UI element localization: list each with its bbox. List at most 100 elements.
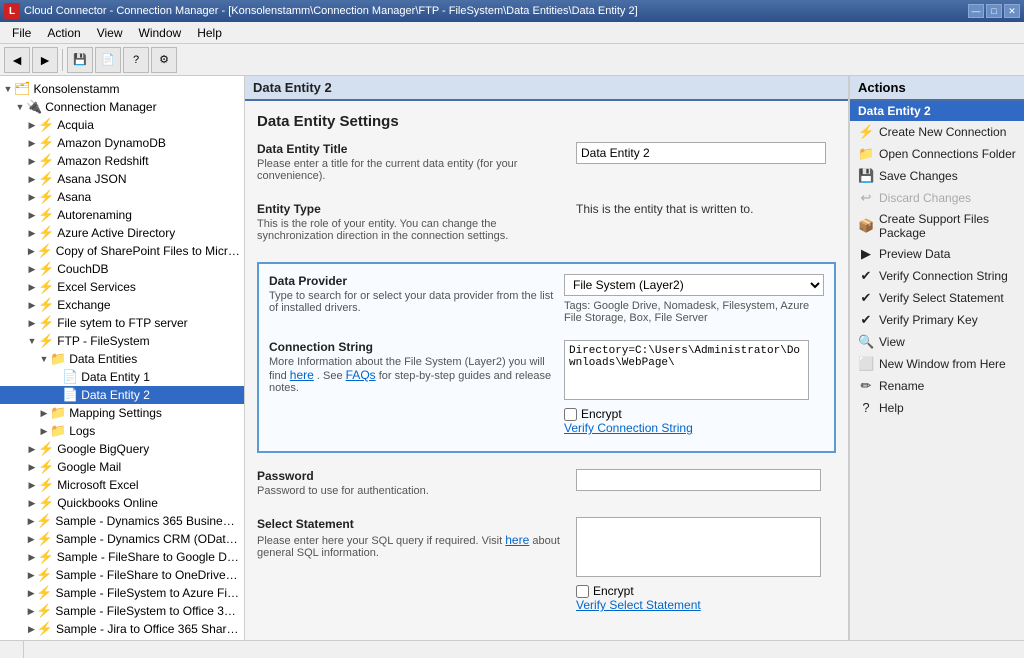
action-help[interactable]: ? Help [850,397,1024,418]
faqs-link[interactable]: FAQs [346,368,376,382]
action-preview-data[interactable]: ▶ Preview Data [850,243,1024,265]
tree-item-sample-filesystem-azure[interactable]: ▶ ⚡ Sample - FileSystem to Azure File St… [0,584,244,602]
conn-string-input[interactable]: Directory=C:\Users\Administrator\Downloa… [564,340,809,400]
tree-item-asana[interactable]: ▶ ⚡ Asana [0,188,244,206]
conn-icon: ⚡ [38,495,54,511]
select-encrypt-checkbox[interactable] [576,585,589,598]
menu-view[interactable]: View [89,24,131,42]
expand-icon: ▼ [26,336,38,346]
action-save-changes[interactable]: 💾 Save Changes [850,165,1024,187]
tree-item-copy-sharepoint[interactable]: ▶ ⚡ Copy of SharePoint Files to Microsof… [0,242,244,260]
tree-item-data-entities[interactable]: ▼ 📁 Data Entities [0,350,244,368]
title-bar: L Cloud Connector - Connection Manager -… [0,0,1024,22]
help-toolbar-button[interactable]: ? [123,47,149,73]
tree-item-file-ftp[interactable]: ▶ ⚡ File sytem to FTP server [0,314,244,332]
action-verify-conn-string[interactable]: ✔ Verify Connection String [850,265,1024,287]
conn-icon: ⚡ [38,477,54,493]
tree-item-couchdb[interactable]: ▶ ⚡ CouchDB [0,260,244,278]
verify-conn-link[interactable]: Verify Connection String [564,421,693,435]
password-input[interactable] [576,469,821,491]
tree-item-sample-fileshare-onedrive[interactable]: ▶ ⚡ Sample - FileShare to OneDrive (Fast… [0,566,244,584]
tree-item-excel-services[interactable]: ▶ ⚡ Excel Services [0,278,244,296]
tree-item-asana-json[interactable]: ▶ ⚡ Asana JSON [0,170,244,188]
password-group: Password Password to use for authenticat… [257,469,836,501]
action-create-connection[interactable]: ⚡ Create New Connection [850,121,1024,143]
tree-item-amazon-dynamodb[interactable]: ▶ ⚡ Amazon DynamoDB [0,134,244,152]
conn-string-left: Connection String More Information about… [269,340,554,435]
tree-item-sample-dcrm[interactable]: ▶ ⚡ Sample - Dynamics CRM (OData) to Of [0,530,244,548]
tree-item-google-mail[interactable]: ▶ ⚡ Google Mail [0,458,244,476]
tree-item-konsolenstamm[interactable]: ▼ 🗂 Konsolenstamm [0,80,244,98]
tree-label: Logs [69,424,95,438]
action-create-support-package[interactable]: 📦 Create Support Files Package [850,209,1024,243]
expand-icon: ▶ [26,264,38,275]
expand-icon: ▶ [26,156,38,167]
action-verify-select[interactable]: ✔ Verify Select Statement [850,287,1024,309]
entity-title-input[interactable] [576,142,826,164]
encrypt-checkbox[interactable] [564,408,577,421]
tree-item-sample-jira[interactable]: ▶ ⚡ Sample - Jira to Office 365 SharePoi… [0,620,244,638]
minimize-button[interactable]: — [968,4,984,18]
tree-item-ftp-filesystem[interactable]: ▼ ⚡ FTP - FileSystem [0,332,244,350]
expand-icon [50,372,62,382]
select-statement-label: Select Statement [257,517,566,531]
toolbar: ◄ ► 💾 📄 ? ⚙ [0,44,1024,76]
tree-item-sample-d365[interactable]: ▶ ⚡ Sample - Dynamics 365 Business Centr… [0,512,244,530]
verify-conn-icon: ✔ [858,268,874,284]
center-panel-header: Data Entity 2 [245,76,848,101]
tree-item-autorenaming[interactable]: ▶ ⚡ Autorenaming [0,206,244,224]
action-new-window[interactable]: ⬜ New Window from Here [850,353,1024,375]
password-right [576,469,836,501]
menu-file[interactable]: File [4,24,39,42]
tree-item-mapping-settings[interactable]: ▶ 📁 Mapping Settings [0,404,244,422]
entity-type-group: Entity Type This is the role of your ent… [257,202,836,246]
data-provider-group: Data Provider Type to search for or sele… [269,274,824,324]
tree-item-google-bigquery[interactable]: ▶ ⚡ Google BigQuery [0,440,244,458]
password-left: Password Password to use for authenticat… [257,469,566,501]
tree-item-connection-manager[interactable]: ▼ 🔌 Connection Manager [0,98,244,116]
tree-item-data-entity-2[interactable]: 📄 Data Entity 2 [0,386,244,404]
save-button[interactable]: 💾 [67,47,93,73]
tree-item-azure-ad[interactable]: ▶ ⚡ Azure Active Directory [0,224,244,242]
maximize-button[interactable]: □ [986,4,1002,18]
conn-string-link1[interactable]: here [290,368,314,382]
encrypt-row: Encrypt [564,407,824,421]
select-here-link[interactable]: here [505,533,529,547]
tree-label: Exchange [57,298,110,312]
verify-select-link[interactable]: Verify Select Statement [576,598,701,612]
action-open-connections-folder[interactable]: 📁 Open Connections Folder [850,143,1024,165]
password-desc: Password to use for authentication. [257,485,566,497]
menu-action[interactable]: Action [39,24,88,42]
menu-help[interactable]: Help [189,24,230,42]
forward-button[interactable]: ► [32,47,58,73]
menu-window[interactable]: Window [131,24,190,42]
tree-item-amazon-redshift[interactable]: ▶ ⚡ Amazon Redshift [0,152,244,170]
select-statement-input[interactable] [576,517,821,577]
tree-item-microsoft-excel[interactable]: ▶ ⚡ Microsoft Excel [0,476,244,494]
tree-label: Google BigQuery [57,442,149,456]
entity-title-row: Data Entity Title Please enter a title f… [257,142,836,186]
tree-item-data-entity-1[interactable]: 📄 Data Entity 1 [0,368,244,386]
select-statement-row: Select Statement Please enter here your … [257,517,836,612]
action-view[interactable]: 🔍 View [850,331,1024,353]
tree-item-logs[interactable]: ▶ 📁 Logs [0,422,244,440]
extra-button[interactable]: ⚙ [151,47,177,73]
back-button[interactable]: ◄ [4,47,30,73]
tree-item-exchange[interactable]: ▶ ⚡ Exchange [0,296,244,314]
tree-item-sample-filesystem-o365[interactable]: ▶ ⚡ Sample - FileSystem to Office 365 Sh… [0,602,244,620]
new-button[interactable]: 📄 [95,47,121,73]
tree-label: Sample - Dynamics CRM (OData) to Of [56,532,240,546]
tree-item-acquia[interactable]: ▶ ⚡ Acquia [0,116,244,134]
actions-section-label: Data Entity 2 [858,104,931,118]
tree-item-sample-fileshare-google[interactable]: ▶ ⚡ Sample - FileShare to Google Drive [0,548,244,566]
tree-item-quickbooks[interactable]: ▶ ⚡ Quickbooks Online [0,494,244,512]
data-provider-label: Data Provider [269,274,554,288]
conn-icon: ⚡ [38,279,54,295]
conn-string-row: Connection String More Information about… [269,340,824,435]
conn-icon: ⚡ [38,171,54,187]
close-button[interactable]: ✕ [1004,4,1020,18]
tree-label: Sample - Dynamics 365 Business Centre [55,514,240,528]
provider-select[interactable]: File System (Layer2) [564,274,824,296]
action-verify-primary-key[interactable]: ✔ Verify Primary Key [850,309,1024,331]
action-rename[interactable]: ✏ Rename [850,375,1024,397]
